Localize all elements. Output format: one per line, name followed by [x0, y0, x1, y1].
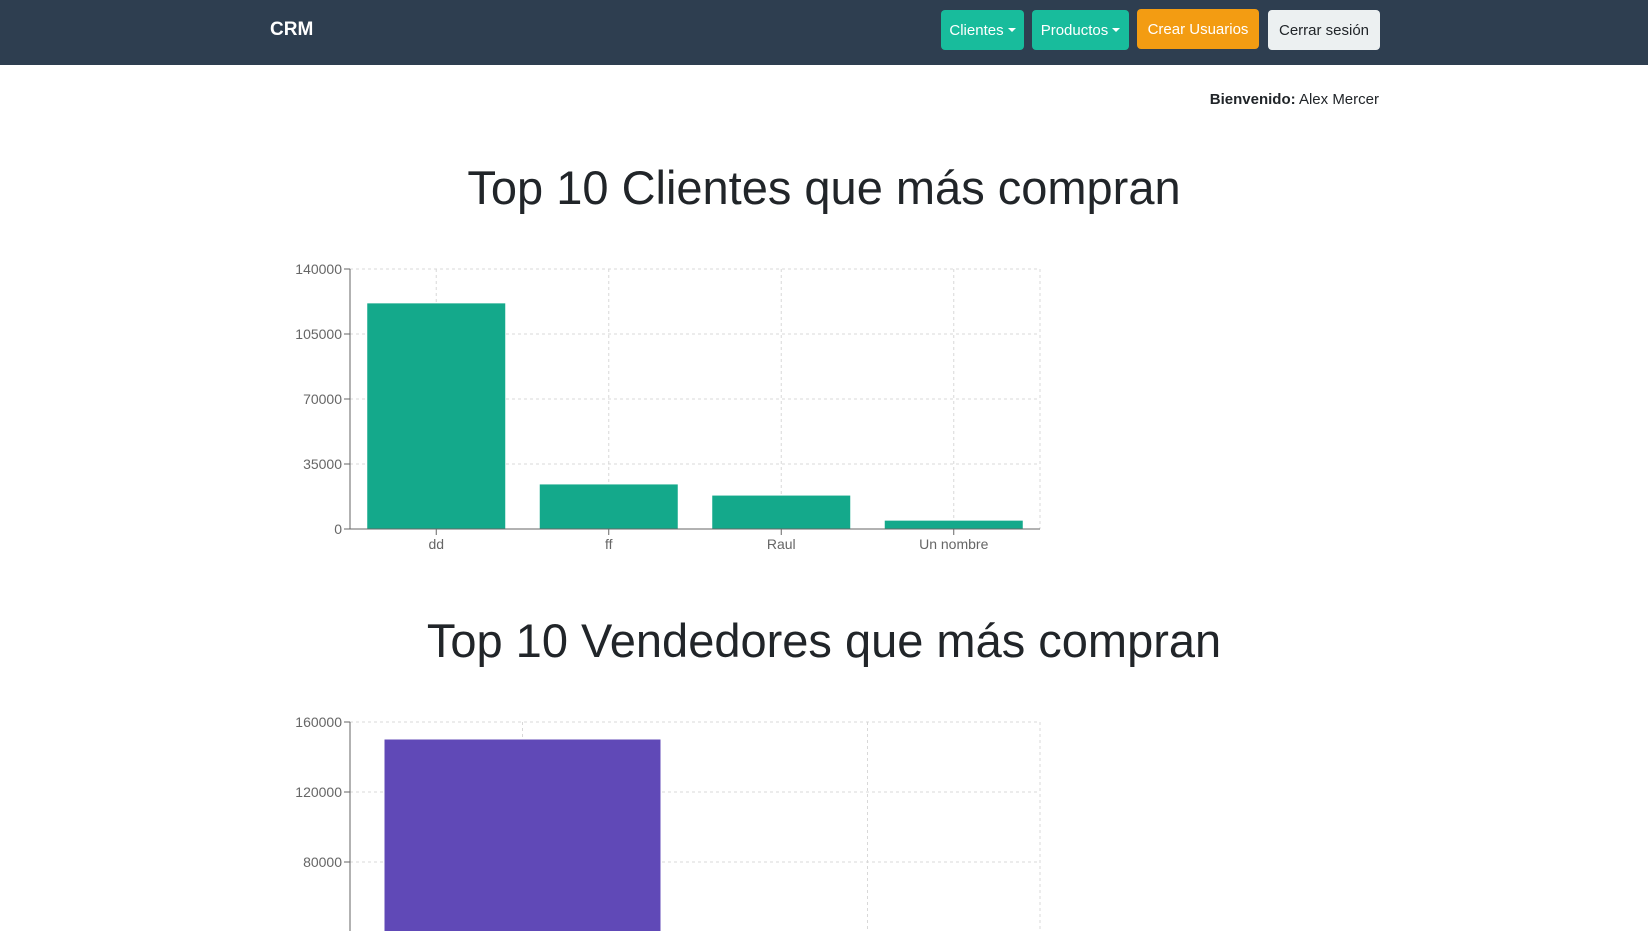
bar-series-0: [384, 739, 661, 931]
y-tick-label: 160000: [295, 714, 342, 730]
y-tick-label: 120000: [295, 784, 342, 800]
vendedores-bar-chart: 80000 120000 160000: [295, 714, 1041, 931]
y-tick-label: 80000: [303, 854, 342, 870]
